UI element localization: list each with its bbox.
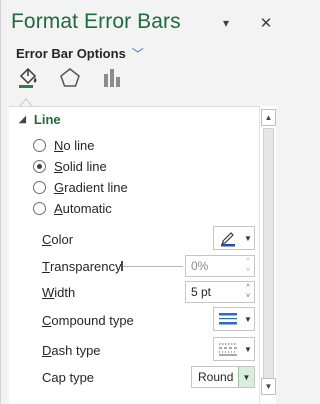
options-content: ◢ Line No line Solid line Gradient line … bbox=[9, 106, 259, 404]
chevron-down-icon: ﹀ bbox=[131, 47, 144, 61]
category-tabs bbox=[14, 64, 126, 94]
radio-label: Solid line bbox=[54, 158, 107, 174]
compound-type-label: Compound type bbox=[42, 312, 134, 328]
compound-type-button[interactable]: ▼ bbox=[213, 307, 255, 331]
transparency-slider[interactable] bbox=[121, 266, 183, 267]
radio-label: Gradient line bbox=[54, 179, 128, 195]
width-spinner[interactable]: 5 pt ^ ˅ bbox=[185, 281, 255, 303]
transparency-spinner[interactable]: 0% ^ ˅ bbox=[185, 255, 255, 277]
dash-lines-icon bbox=[214, 338, 242, 360]
paint-bucket-icon bbox=[19, 67, 37, 88]
radio-no-line[interactable]: No line bbox=[33, 136, 94, 154]
tab-fill-line[interactable] bbox=[14, 64, 42, 92]
spinner-arrows-icon[interactable]: ^ ˅ bbox=[242, 282, 254, 302]
radio-button[interactable] bbox=[33, 180, 46, 194]
dropdown-arrow-icon[interactable]: ▼ bbox=[238, 367, 254, 387]
bar-chart-icon bbox=[104, 69, 120, 87]
cap-type-label: Cap type bbox=[42, 369, 95, 385]
format-error-bars-pane: Format Error Bars ▾ ✕ Error Bar Options … bbox=[0, 0, 286, 404]
transparency-slider-thumb[interactable] bbox=[121, 261, 123, 271]
radio-button[interactable] bbox=[33, 201, 46, 215]
width-label: Width bbox=[42, 284, 76, 300]
color-label: Color bbox=[42, 231, 74, 247]
width-value[interactable]: 5 pt bbox=[186, 285, 242, 299]
transparency-label: Transparency bbox=[42, 258, 122, 274]
collapse-caret-icon: ◢ bbox=[19, 114, 26, 124]
scrollbar-thumb[interactable] bbox=[263, 128, 274, 390]
radio-automatic[interactable]: Automatic bbox=[33, 199, 112, 217]
compound-lines-icon bbox=[214, 308, 242, 330]
pentagon-icon bbox=[60, 68, 80, 87]
radio-label: No line bbox=[54, 137, 95, 153]
pane-title: Format Error Bars bbox=[11, 10, 181, 33]
section-title: Line bbox=[33, 112, 61, 127]
options-label: Error Bar Options bbox=[16, 46, 126, 61]
radio-solid-line[interactable]: Solid line bbox=[33, 157, 107, 175]
radio-button-selected[interactable] bbox=[33, 159, 46, 173]
scroll-up-icon[interactable]: ▲ bbox=[261, 109, 276, 126]
dash-type-button[interactable]: ▼ bbox=[213, 337, 255, 361]
dropdown-arrow-icon: ▼ bbox=[244, 314, 252, 324]
transparency-value[interactable]: 0% bbox=[186, 259, 242, 273]
pen-icon bbox=[214, 227, 242, 249]
close-icon[interactable]: ✕ bbox=[257, 14, 275, 32]
dropdown-arrow-icon: ▼ bbox=[244, 344, 252, 354]
radio-gradient-line[interactable]: Gradient line bbox=[33, 178, 128, 196]
tab-effects[interactable] bbox=[56, 64, 84, 92]
line-section-header[interactable]: ◢ Line bbox=[19, 112, 61, 127]
cap-type-select[interactable]: Round ▼ bbox=[191, 366, 255, 388]
error-bar-options-dropdown[interactable]: Error Bar Options ﹀ bbox=[16, 45, 144, 62]
radio-label: Automatic bbox=[54, 200, 112, 216]
dropdown-arrow-icon: ▼ bbox=[244, 233, 252, 243]
dash-type-label: Dash type bbox=[42, 342, 101, 358]
scroll-down-icon[interactable]: ▼ bbox=[261, 378, 276, 395]
spinner-arrows-icon[interactable]: ^ ˅ bbox=[242, 256, 254, 276]
cap-type-value[interactable]: Round bbox=[192, 370, 238, 384]
tab-error-bar-options[interactable] bbox=[98, 64, 126, 92]
outline-color-button[interactable]: ▼ bbox=[213, 226, 255, 250]
vertical-scrollbar[interactable]: ▲ ▼ bbox=[259, 106, 276, 404]
radio-button[interactable] bbox=[33, 138, 46, 152]
task-pane-options-icon[interactable]: ▾ bbox=[217, 14, 235, 32]
